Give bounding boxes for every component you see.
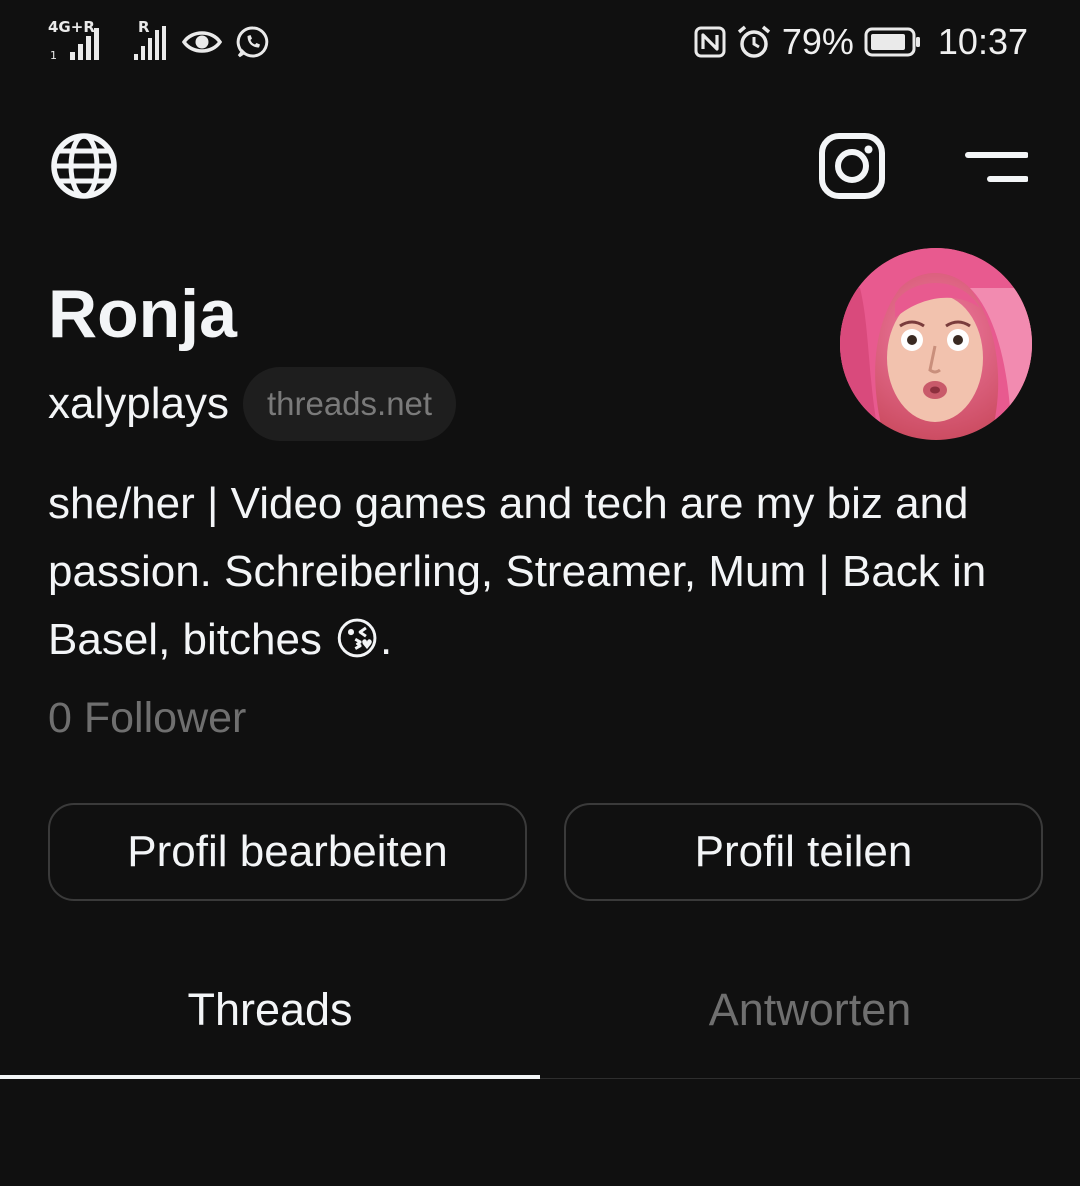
avatar-image (840, 248, 1032, 440)
alarm-icon (737, 25, 770, 58)
handle-row: xalyplays threads.net (48, 366, 457, 442)
share-profile-button[interactable]: Profil teilen (564, 803, 1043, 901)
status-bar-left: 4G+R 1 R (48, 18, 270, 66)
followers-count[interactable]: 0 Follower (48, 690, 246, 746)
tab-divider (540, 1078, 1080, 1079)
sim2-signal: R (132, 18, 168, 62)
profile-name: Ronja (48, 276, 237, 352)
battery-percentage: 79% (781, 21, 854, 62)
nfc-icon (694, 26, 726, 58)
edit-profile-button[interactable]: Profil bearbeiten (48, 803, 527, 901)
menu-button[interactable] (958, 140, 1030, 192)
profile-bio: she/her | Video games and tech are my bi… (48, 479, 987, 664)
status-bar-right: 79% 10:37 (694, 18, 1028, 66)
globe-icon (51, 133, 117, 199)
status-bar: 4G+R 1 R 79% 10:37 (0, 0, 1080, 84)
svg-text:1: 1 (50, 49, 57, 62)
language-button[interactable] (48, 130, 120, 202)
active-tab-indicator (0, 1075, 540, 1079)
instagram-button[interactable] (816, 130, 888, 202)
avatar[interactable] (840, 248, 1032, 440)
threads-domain-badge[interactable]: threads.net (242, 367, 457, 441)
clock: 10:37 (937, 21, 1028, 62)
tab-replies[interactable]: Antworten (540, 972, 1080, 1048)
profile-username: xalyplays (48, 379, 229, 428)
tab-threads[interactable]: Threads (0, 972, 540, 1048)
network-type-label: 4G+R (48, 18, 95, 36)
sim1-signal: 4G+R 1 (48, 18, 106, 62)
roaming-label: R (138, 18, 150, 36)
whatsapp-icon (236, 26, 269, 58)
menu-icon (965, 152, 1028, 182)
battery-icon (864, 27, 920, 57)
eye-icon (182, 31, 222, 53)
instagram-icon (819, 133, 885, 199)
